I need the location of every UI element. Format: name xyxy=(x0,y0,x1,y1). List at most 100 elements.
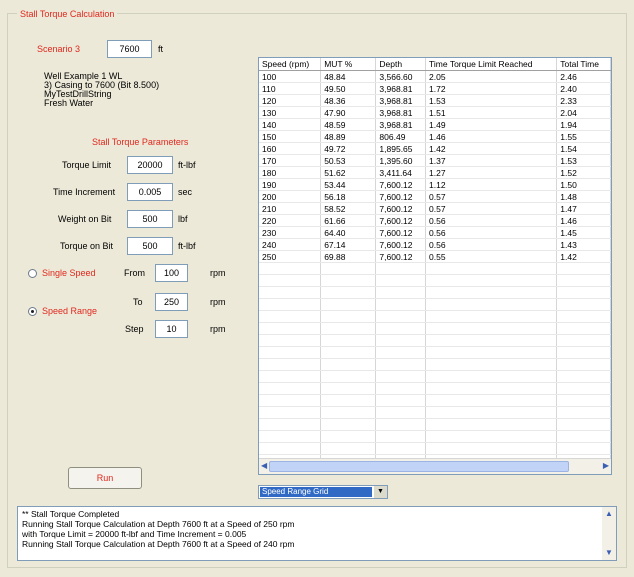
scroll-right-arrow-icon[interactable]: ▶ xyxy=(603,461,609,470)
table-cell: 1,895.65 xyxy=(375,142,427,155)
empty-row xyxy=(259,370,611,383)
table-cell: 130 xyxy=(259,106,322,119)
scroll-down-arrow-icon[interactable]: ▼ xyxy=(605,548,613,558)
table-cell: 3,411.64 xyxy=(375,166,427,179)
empty-cell xyxy=(375,394,427,407)
table-row[interactable]: 190 53.44 7,600.12 1.12 1.50 xyxy=(259,178,611,191)
table-row[interactable]: 220 61.66 7,600.12 0.56 1.46 xyxy=(259,214,611,227)
table-row[interactable]: 170 50.53 1,395.60 1.37 1.53 xyxy=(259,154,611,167)
table-cell: 56.18 xyxy=(320,190,377,203)
table-cell: 1.43 xyxy=(556,238,611,251)
run-button[interactable]: Run xyxy=(68,467,142,489)
empty-cell xyxy=(556,394,611,407)
empty-cell xyxy=(375,274,427,287)
view-select[interactable]: Speed Range Grid ▼ xyxy=(258,485,388,499)
empty-cell xyxy=(556,334,611,347)
empty-cell xyxy=(556,358,611,371)
group-title: Stall Torque Calculation xyxy=(17,9,118,19)
empty-cell xyxy=(375,262,427,275)
table-cell: 1.42 xyxy=(425,142,558,155)
col-header-time-limit[interactable]: Time Torque Limit Reached xyxy=(425,58,558,71)
empty-cell xyxy=(425,346,558,359)
table-cell: 2.46 xyxy=(556,70,611,83)
log-line: with Torque Limit = 20000 ft-lbf and Tim… xyxy=(22,529,247,539)
empty-row xyxy=(259,430,611,443)
table-row[interactable]: 120 48.36 3,968.81 1.53 2.33 xyxy=(259,94,611,107)
empty-cell xyxy=(320,298,377,311)
empty-cell xyxy=(425,262,558,275)
table-row[interactable]: 130 47.90 3,968.81 1.51 2.04 xyxy=(259,106,611,119)
col-header-total-time[interactable]: Total Time xyxy=(556,58,611,71)
table-row[interactable]: 200 56.18 7,600.12 0.57 1.48 xyxy=(259,190,611,203)
table-cell: 0.56 xyxy=(425,214,558,227)
table-cell: 1.37 xyxy=(425,154,558,167)
empty-cell xyxy=(375,430,427,443)
col-header-depth[interactable]: Depth xyxy=(375,58,427,71)
table-cell: 7,600.12 xyxy=(375,226,427,239)
empty-cell xyxy=(259,382,322,395)
speed-step-input[interactable]: 10 xyxy=(155,320,188,338)
table-cell: 48.89 xyxy=(320,130,377,143)
status-log[interactable]: ** Stall Torque Completed Running Stall … xyxy=(17,506,617,561)
chevron-down-icon[interactable]: ▼ xyxy=(374,486,387,498)
table-row[interactable]: 210 58.52 7,600.12 0.57 1.47 xyxy=(259,202,611,215)
table-cell: 0.56 xyxy=(425,226,558,239)
single-speed-radio[interactable] xyxy=(28,269,37,278)
speed-to-input[interactable]: 250 xyxy=(155,293,188,311)
speed-from-input[interactable]: 100 xyxy=(155,264,188,282)
table-cell: 1.47 xyxy=(556,202,611,215)
col-header-mut[interactable]: MUT % xyxy=(320,58,377,71)
table-cell: 1.12 xyxy=(425,178,558,191)
empty-cell xyxy=(375,334,427,347)
empty-cell xyxy=(259,442,322,455)
log-vertical-scrollbar[interactable]: ▲ ▼ xyxy=(602,507,616,560)
table-cell: 1.52 xyxy=(556,166,611,179)
table-cell: 1.53 xyxy=(556,154,611,167)
scroll-up-arrow-icon[interactable]: ▲ xyxy=(605,509,613,519)
time-increment-input[interactable]: 0.005 xyxy=(127,183,173,201)
torque-limit-input[interactable]: 20000 xyxy=(127,156,173,174)
speed-range-label[interactable]: Speed Range xyxy=(42,306,97,316)
speed-range-radio[interactable] xyxy=(28,307,37,316)
empty-cell xyxy=(556,298,611,311)
table-row[interactable]: 160 49.72 1,895.65 1.42 1.54 xyxy=(259,142,611,155)
well-info-line: Fresh Water xyxy=(44,98,94,108)
table-cell: 1.46 xyxy=(556,214,611,227)
table-row[interactable]: 140 48.59 3,968.81 1.49 1.94 xyxy=(259,118,611,131)
table-cell: 1.51 xyxy=(425,106,558,119)
table-cell: 1.42 xyxy=(556,250,611,263)
col-header-speed[interactable]: Speed (rpm) xyxy=(259,58,322,71)
table-row[interactable]: 110 49.50 3,968.81 1.72 2.40 xyxy=(259,82,611,95)
empty-cell xyxy=(375,310,427,323)
results-grid[interactable]: Speed (rpm) MUT % Depth Time Torque Limi… xyxy=(258,57,612,475)
table-row[interactable]: 230 64.40 7,600.12 0.56 1.45 xyxy=(259,226,611,239)
empty-cell xyxy=(320,274,377,287)
empty-row xyxy=(259,346,611,359)
table-cell: 47.90 xyxy=(320,106,377,119)
single-speed-label[interactable]: Single Speed xyxy=(42,268,96,278)
empty-cell xyxy=(259,418,322,431)
scroll-left-arrow-icon[interactable]: ◀ xyxy=(261,461,267,470)
empty-cell xyxy=(320,262,377,275)
empty-cell xyxy=(425,442,558,455)
empty-cell xyxy=(425,370,558,383)
grid-horizontal-scrollbar[interactable]: ◀ ▶ xyxy=(259,458,611,474)
table-row[interactable]: 100 48.84 3,566.60 2.05 2.46 xyxy=(259,70,611,83)
table-row[interactable]: 250 69.88 7,600.12 0.55 1.42 xyxy=(259,250,611,263)
torque-on-bit-input[interactable]: 500 xyxy=(127,237,173,255)
scroll-thumb[interactable] xyxy=(269,461,569,472)
empty-cell xyxy=(375,286,427,299)
table-row[interactable]: 240 67.14 7,600.12 0.56 1.43 xyxy=(259,238,611,251)
empty-cell xyxy=(320,370,377,383)
table-cell: 120 xyxy=(259,94,322,107)
table-row[interactable]: 150 48.89 806.49 1.46 1.55 xyxy=(259,130,611,143)
empty-cell xyxy=(259,394,322,407)
speed-to-label: To xyxy=(133,297,143,307)
table-row[interactable]: 180 51.62 3,411.64 1.27 1.52 xyxy=(259,166,611,179)
empty-cell xyxy=(259,322,322,335)
table-cell: 3,566.60 xyxy=(375,70,427,83)
weight-on-bit-input[interactable]: 500 xyxy=(127,210,173,228)
table-cell: 250 xyxy=(259,250,322,263)
torque-on-bit-unit: ft-lbf xyxy=(178,241,196,251)
scenario-depth-input[interactable]: 7600 xyxy=(107,40,152,58)
